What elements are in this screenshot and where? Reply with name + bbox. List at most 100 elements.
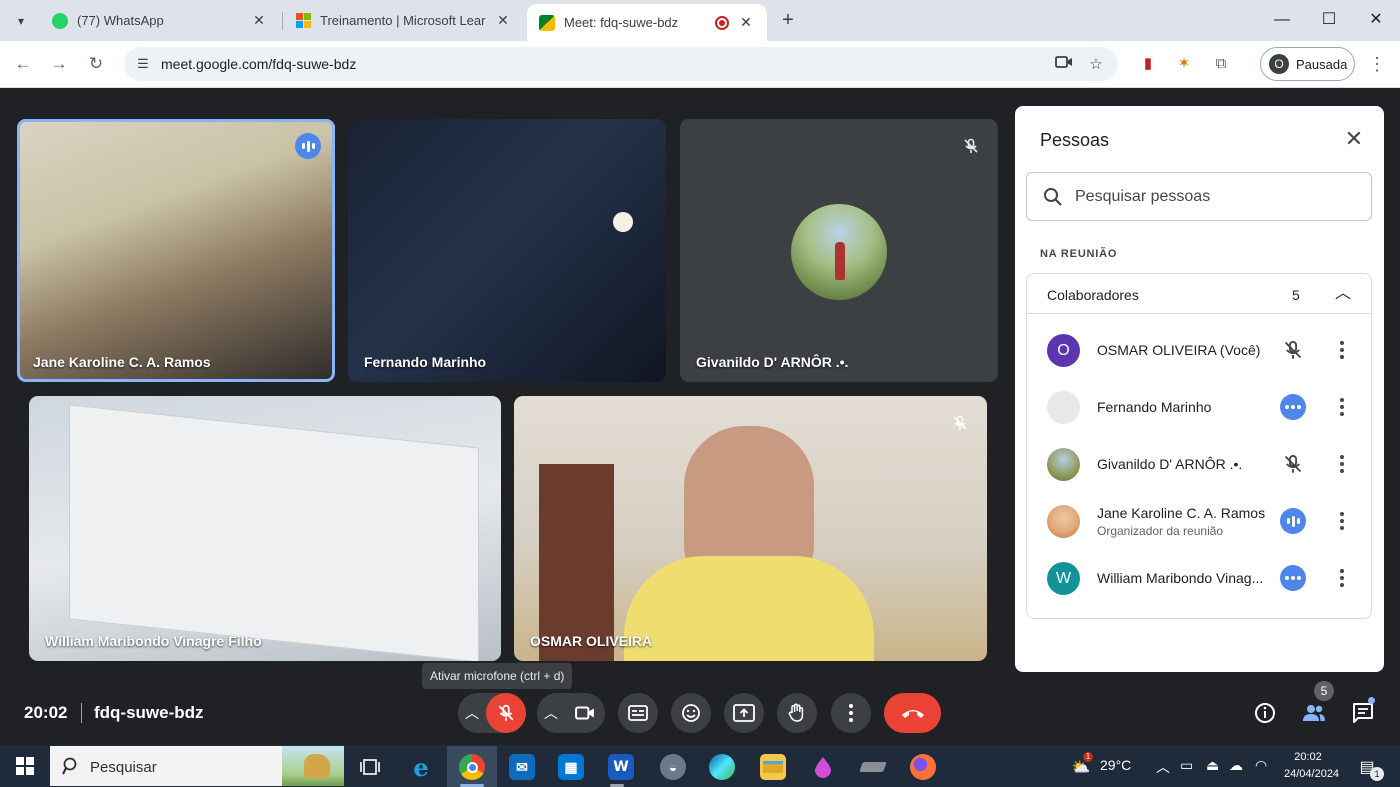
site-settings-icon[interactable]: ☰ <box>134 55 152 73</box>
profile-button[interactable]: O Pausada <box>1260 47 1355 81</box>
leave-call-button[interactable] <box>884 693 941 733</box>
audio-options-chevron-icon[interactable]: ︿ <box>460 700 484 726</box>
maximize-icon[interactable]: ☐ <box>1317 8 1341 32</box>
close-tab-icon[interactable]: ✕ <box>737 14 755 31</box>
camera-button[interactable] <box>565 693 605 733</box>
close-tab-icon[interactable]: ✕ <box>250 12 268 29</box>
wifi-icon[interactable]: ◠ <box>1255 757 1267 774</box>
word-icon[interactable]: W <box>608 754 634 780</box>
more-options-icon[interactable] <box>1332 337 1352 363</box>
taskbar-search-input[interactable]: Pesquisar <box>50 746 344 786</box>
more-actions-icon[interactable] <box>1280 394 1306 420</box>
edge-icon[interactable] <box>709 754 735 780</box>
notification-count-badge: 1 <box>1370 767 1384 781</box>
more-options-icon[interactable] <box>1332 508 1352 534</box>
extension-icon[interactable]: ✶ <box>1174 54 1194 74</box>
microsoft-icon <box>296 13 311 28</box>
more-options-button[interactable] <box>831 693 871 733</box>
recording-icon <box>715 15 729 30</box>
extensions-puzzle-icon[interactable]: ⧉ <box>1211 54 1231 74</box>
avatar: W <box>1047 562 1080 595</box>
unmute-mic-button[interactable] <box>486 693 526 733</box>
close-window-icon[interactable]: ✕ <box>1364 8 1388 32</box>
search-placeholder: Pesquisar pessoas <box>1075 188 1211 205</box>
participant-name: Fernando Marinho <box>364 354 487 370</box>
video-tile-givanildo[interactable]: Givanildo D' ARNÔR .•. <box>680 119 998 382</box>
mic-tooltip: Ativar microfone (ctrl + d) <box>422 663 573 689</box>
weather-badge: 1 <box>1083 752 1093 762</box>
hand-icon <box>788 703 804 722</box>
door-decor <box>539 464 614 661</box>
chat-icon <box>1353 703 1373 723</box>
participant-row[interactable]: Givanildo D' ARNÔR .•. <box>1027 436 1371 493</box>
present-screen-button[interactable] <box>724 693 764 733</box>
mail-icon[interactable]: ✉ <box>509 754 535 780</box>
address-bar[interactable]: ☰ meet.google.com/fdq-suwe-bdz ☆ <box>124 47 1118 81</box>
participant-row[interactable]: W William Maribondo Vinag... <box>1027 550 1371 607</box>
minimize-icon[interactable]: — <box>1270 8 1294 32</box>
more-options-icon[interactable] <box>1332 394 1352 420</box>
participant-row[interactable]: O OSMAR OLIVEIRA (Você) <box>1027 322 1371 379</box>
droplet-app-icon[interactable] <box>810 754 836 780</box>
group-label: Colaboradores <box>1047 287 1139 303</box>
extension-icon[interactable]: ▮ <box>1138 54 1158 74</box>
people-button[interactable] <box>1301 700 1327 726</box>
store-icon[interactable]: ▦ <box>558 754 584 780</box>
participant-name: OSMAR OLIVEIRA <box>530 633 653 649</box>
forward-icon[interactable]: → <box>46 51 72 77</box>
chevron-up-icon[interactable]: ︿ <box>1332 283 1354 305</box>
more-actions-icon[interactable] <box>1280 565 1306 591</box>
bookmark-star-icon[interactable]: ☆ <box>1086 55 1106 75</box>
video-tile-william[interactable]: William Maribondo Vinagre Filho <box>29 396 501 661</box>
firefox-icon[interactable] <box>910 754 936 780</box>
system-clock[interactable]: 20:02 24/04/2024 <box>1284 749 1339 783</box>
tab-microsoft-learn[interactable]: Treinamento | Microsoft Learn ✕ <box>284 0 524 41</box>
participant-name: Jane Karoline C. A. Ramos <box>33 354 211 370</box>
raise-hand-button[interactable] <box>777 693 817 733</box>
avatar: O <box>1047 334 1080 367</box>
tab-search-chevron-icon[interactable]: ▾ <box>8 8 34 34</box>
close-panel-icon[interactable]: ✕ <box>1341 126 1367 152</box>
emoji-icon <box>682 704 700 722</box>
internet-explorer-icon[interactable]: e <box>408 753 434 782</box>
back-icon[interactable]: ← <box>10 51 36 77</box>
battery-icon[interactable]: ▭ <box>1180 757 1193 774</box>
camera-in-use-icon[interactable] <box>1054 55 1074 75</box>
moon-decor <box>613 212 633 232</box>
task-view-icon[interactable] <box>357 754 383 780</box>
participant-row[interactable]: Jane Karoline C. A. Ramos Organizador da… <box>1027 493 1371 550</box>
browser-toolbar: ← → ↻ ☰ meet.google.com/fdq-suwe-bdz ☆ ▮… <box>0 41 1400 88</box>
video-tile-jane[interactable]: Jane Karoline C. A. Ramos <box>17 119 335 382</box>
chat-notification-dot <box>1368 697 1375 704</box>
captions-button[interactable] <box>618 693 658 733</box>
camera-icon <box>575 706 594 720</box>
people-search-input[interactable]: Pesquisar pessoas <box>1026 172 1372 221</box>
new-tab-button[interactable]: + <box>776 9 800 33</box>
more-options-icon[interactable] <box>1332 565 1352 591</box>
chrome-icon[interactable] <box>459 754 485 780</box>
search-icon <box>1044 188 1062 206</box>
usb-icon[interactable]: ⏏ <box>1206 757 1219 774</box>
browser-menu-icon[interactable]: ⋮ <box>1367 54 1387 74</box>
video-tile-osmar[interactable]: OSMAR OLIVEIRA <box>514 396 987 661</box>
video-options-chevron-icon[interactable]: ︿ <box>539 700 563 726</box>
start-windows-icon[interactable] <box>12 753 38 779</box>
app-icon[interactable] <box>859 754 887 780</box>
reactions-button[interactable] <box>671 693 711 733</box>
cloud-icon[interactable]: ☁ <box>1229 757 1243 774</box>
reload-icon[interactable]: ↻ <box>83 51 109 77</box>
collaborators-header[interactable]: Colaboradores 5 ︿ <box>1027 274 1371 314</box>
collaborators-list: Colaboradores 5 ︿ O OSMAR OLIVEIRA (Você… <box>1026 273 1372 619</box>
file-explorer-icon[interactable] <box>760 754 786 780</box>
tab-meet[interactable]: Meet: fdq-suwe-bdz ✕ <box>527 4 767 41</box>
participant-shirt <box>624 556 874 661</box>
video-tile-fernando[interactable]: Fernando Marinho <box>348 119 666 382</box>
app-icon[interactable]: ◒ <box>660 754 686 780</box>
meeting-info-button[interactable] <box>1252 700 1278 726</box>
more-options-icon[interactable] <box>1332 451 1352 477</box>
close-tab-icon[interactable]: ✕ <box>494 12 512 29</box>
participant-row[interactable]: Fernando Marinho <box>1027 379 1371 436</box>
tab-whatsapp[interactable]: (77) WhatsApp ✕ <box>40 0 280 41</box>
chevron-up-icon[interactable]: ︿ <box>1156 757 1170 777</box>
speaking-indicator-icon <box>295 133 321 159</box>
